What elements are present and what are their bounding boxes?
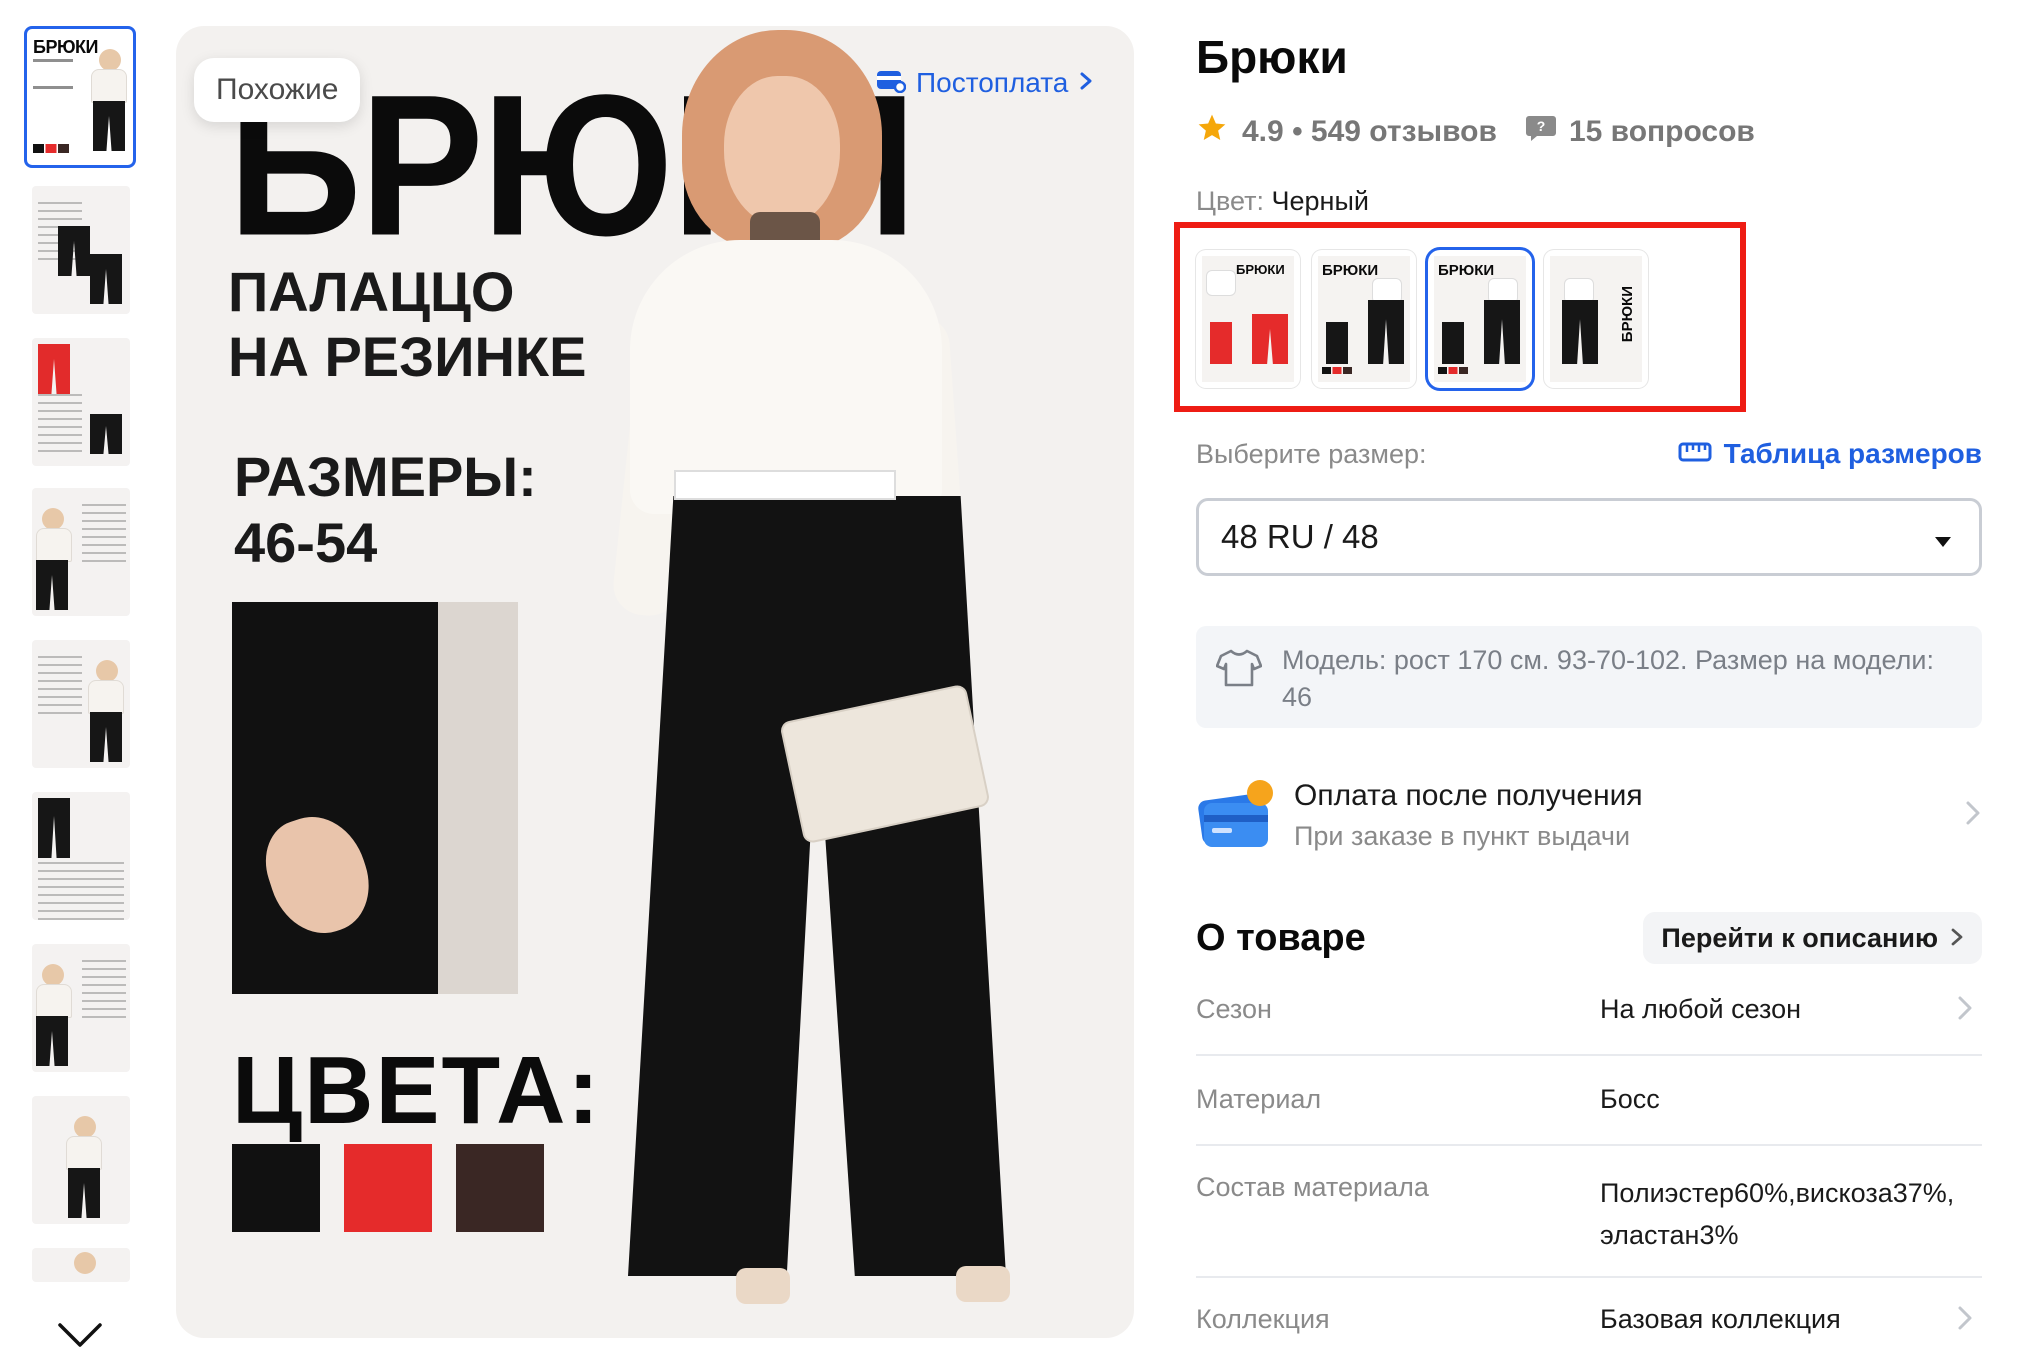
hero-sizes-value: 46-54: [234, 511, 378, 574]
similar-button[interactable]: Похожие: [194, 58, 361, 122]
chevron-right-icon: [1950, 923, 1964, 954]
size-select[interactable]: 48 RU / 48: [1196, 498, 1982, 576]
chevron-right-icon: [1964, 799, 1982, 832]
product-main-image[interactable]: БРЮКИ ПАЛАЦЦО НА РЕЗИНКЕ РАЗМЕРЫ: 46-54 …: [176, 26, 1134, 1338]
hero-swatch-black: [232, 1144, 320, 1232]
color-variant-black-selected[interactable]: БРЮКИ: [1428, 250, 1532, 388]
thumbnail-2[interactable]: [32, 186, 130, 314]
hero-detail-photo: [232, 602, 518, 994]
selected-color: Черный: [1271, 186, 1369, 216]
chevron-down-icon[interactable]: [56, 1320, 104, 1350]
thumbnail-3[interactable]: [32, 338, 130, 466]
hero-swatch-brown: [456, 1144, 544, 1232]
hero-subtitle: ПАЛАЦЦО НА РЕЗИНКЕ: [228, 260, 587, 388]
about-header: О товаре Перейти к описанию: [1196, 912, 1982, 964]
thumbnail-8[interactable]: [32, 1096, 130, 1224]
size-row: Выберите размер: Таблица размеров: [1196, 436, 1982, 472]
question-icon: ?: [1525, 113, 1557, 151]
property-row[interactable]: Сезон На любой сезон: [1196, 980, 1982, 1056]
size-select-value: 48 RU / 48: [1221, 518, 1379, 555]
rating-row: 4.9 • 549 отзывов ? 15 вопросов: [1196, 112, 1755, 152]
property-row: Состав материала Полиэстер60%,вискоза37%…: [1196, 1146, 1982, 1278]
rating-link[interactable]: 4.9 • 549 отзывов: [1242, 115, 1497, 149]
size-label: Выберите размер:: [1196, 438, 1427, 469]
property-value: Базовая коллекция: [1600, 1304, 1841, 1334]
thumbnail-4[interactable]: [32, 488, 130, 616]
color-variants-highlight: БРЮКИ БРЮКИ БРЮКИ БРЮКИ: [1174, 222, 1746, 412]
payment-subtitle: При заказе в пункт выдачи: [1294, 820, 1631, 851]
wallet-icon: [876, 67, 907, 100]
properties-table: Сезон На любой сезон Материал Босс Соста…: [1196, 980, 1982, 1342]
chevron-right-icon: [1956, 994, 1974, 1027]
property-value: Полиэстер60%,вискоза37%, эластан3%: [1600, 1178, 1955, 1250]
model-info-text: Модель: рост 170 см. 93-70-102. Размер н…: [1282, 645, 1934, 712]
thumbnail-1[interactable]: БРЮКИ: [24, 26, 136, 168]
postpay-badge[interactable]: Постоплата: [876, 64, 1094, 102]
postpay-label: Постоплата: [916, 67, 1069, 98]
property-row: Материал Босс: [1196, 1056, 1982, 1146]
tshirt-icon: [1215, 648, 1263, 698]
size-table-link[interactable]: Таблица размеров: [1678, 438, 1982, 470]
model-info-box: Модель: рост 170 см. 93-70-102. Размер н…: [1196, 626, 1982, 728]
color-variant-black-1[interactable]: БРЮКИ: [1312, 250, 1416, 388]
thumbnail-6[interactable]: [32, 792, 130, 920]
questions-link[interactable]: ? 15 вопросов: [1525, 113, 1755, 151]
property-key: Состав материала: [1196, 1172, 1429, 1202]
chevron-right-icon: [1956, 1304, 1974, 1337]
color-variant-black-2[interactable]: БРЮКИ: [1544, 250, 1648, 388]
hero-sizes-label: РАЗМЕРЫ:: [234, 445, 537, 508]
property-value: На любой сезон: [1600, 994, 1802, 1024]
hero-swatch-red: [344, 1144, 432, 1232]
property-key: Материал: [1196, 1084, 1322, 1114]
star-icon: [1196, 112, 1228, 152]
product-title: Брюки: [1196, 31, 1348, 83]
hero-colors-label: ЦВЕТА:: [232, 1037, 602, 1144]
property-value: Босс: [1600, 1084, 1660, 1114]
property-key: Коллекция: [1196, 1304, 1330, 1334]
goto-description-button[interactable]: Перейти к описанию: [1643, 912, 1982, 964]
thumbnail-5[interactable]: [32, 640, 130, 768]
caret-down-icon: [1933, 518, 1953, 556]
property-row[interactable]: Коллекция Базовая коллекция: [1196, 1278, 1982, 1342]
property-key: Сезон: [1196, 994, 1272, 1024]
svg-text:?: ?: [1537, 118, 1546, 134]
thumbnail-7[interactable]: [32, 944, 130, 1072]
payment-option[interactable]: Оплата после получения При заказе в пунк…: [1196, 770, 1982, 860]
payment-title: Оплата после получения: [1294, 778, 1643, 812]
chevron-right-icon: [1078, 67, 1094, 99]
color-line: Цвет: Черный: [1196, 186, 1369, 216]
about-title: О товаре: [1196, 916, 1366, 959]
thumbnail-9[interactable]: [32, 1248, 130, 1282]
credit-card-icon: [1196, 775, 1278, 856]
color-variant-red[interactable]: БРЮКИ: [1196, 250, 1300, 388]
ruler-icon: [1678, 438, 1712, 470]
